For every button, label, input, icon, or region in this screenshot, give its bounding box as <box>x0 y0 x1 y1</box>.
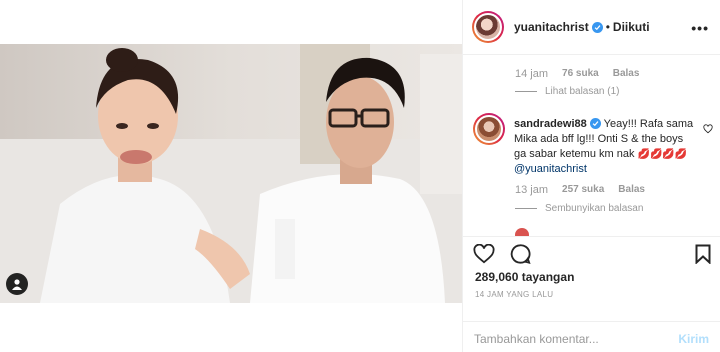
comments-list: 14 jam 76 suka Balas Lihat balasan (1) s… <box>463 56 720 236</box>
comment-reply-button[interactable]: Balas <box>618 184 645 196</box>
comment-bubble-icon[interactable] <box>509 243 531 270</box>
prev-comment-likes[interactable]: 76 suka <box>562 68 599 80</box>
tagged-user-icon[interactable] <box>6 273 28 295</box>
comment-time[interactable]: 13 jam <box>515 184 548 196</box>
hide-replies-label: Sembunyikan balasan <box>545 203 644 214</box>
post-video[interactable] <box>0 44 462 303</box>
comment-likes[interactable]: 257 suka <box>562 184 604 196</box>
author-avatar[interactable] <box>472 11 504 43</box>
view-replies-link[interactable]: Lihat balasan (1) <box>515 86 620 97</box>
comment-text-block: sandradewi88 Yeay!!! Rafa sama Mika ada … <box>514 117 694 177</box>
prev-comment-time[interactable]: 14 jam <box>515 68 548 80</box>
reply-avatar[interactable] <box>515 228 529 236</box>
post-timestamp[interactable]: 14 JAM YANG LALU <box>475 290 553 299</box>
post-sidebar: yuanitachrist • Diikuti ••• 14 jam 76 su… <box>462 0 720 352</box>
comment-mention-link[interactable]: @yuanitachrist <box>514 163 587 175</box>
view-count[interactable]: 289,060 tayangan <box>475 270 574 284</box>
verified-badge-icon <box>591 21 603 33</box>
reply-line <box>515 91 537 92</box>
save-bookmark-icon[interactable] <box>695 244 711 269</box>
video-frame <box>0 44 462 303</box>
kiss-emoji: 💋💋💋💋 <box>637 149 688 160</box>
action-icons <box>473 243 531 270</box>
commenter-verified-icon <box>589 118 601 129</box>
view-replies-label: Lihat balasan (1) <box>545 86 620 97</box>
send-comment-button[interactable]: Kirim <box>678 332 709 346</box>
comment-meta: 13 jam 257 suka Balas <box>515 184 645 196</box>
add-comment-bar: Kirim <box>463 321 720 352</box>
hide-replies-link[interactable]: Sembunyikan balasan <box>515 203 643 214</box>
author-username[interactable]: yuanitachrist <box>514 20 589 34</box>
follow-status-button[interactable]: Diikuti <box>613 20 650 34</box>
commenter-username[interactable]: sandradewi88 <box>514 118 587 130</box>
prev-comment-meta: 14 jam 76 suka Balas <box>515 68 639 80</box>
separator-dot: • <box>605 20 610 34</box>
like-heart-icon[interactable] <box>473 243 495 269</box>
prev-comment-reply-button[interactable]: Balas <box>613 68 640 80</box>
post-header: yuanitachrist • Diikuti ••• <box>463 0 720 55</box>
more-options-icon[interactable]: ••• <box>691 20 709 36</box>
reply-line <box>515 208 537 209</box>
post-actions: 289,060 tayangan 14 JAM YANG LALU Kirim <box>463 236 720 352</box>
commenter-avatar[interactable] <box>473 113 505 145</box>
like-comment-heart-icon[interactable] <box>703 121 713 139</box>
comment-input[interactable] <box>474 330 664 348</box>
